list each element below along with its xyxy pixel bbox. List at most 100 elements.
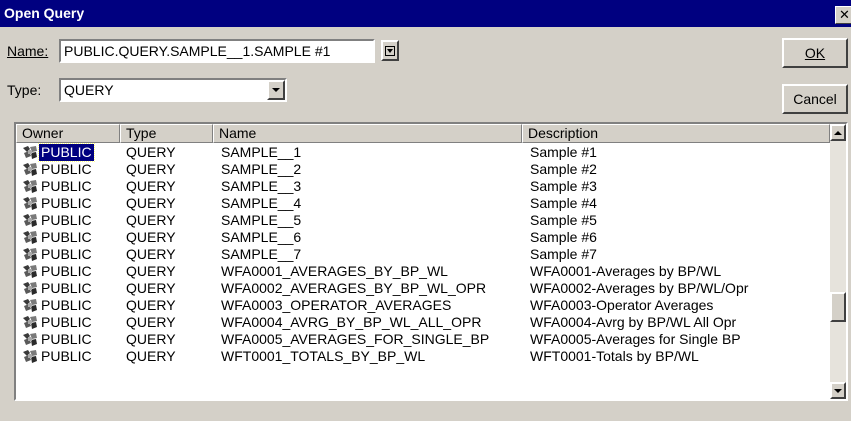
arrow-down-icon — [834, 388, 842, 393]
table-row[interactable]: PUBLIC QUERY SAMPLE__4 Sample #4 — [16, 195, 830, 212]
ok-button[interactable]: OK — [782, 38, 848, 68]
cell-type: QUERY — [126, 280, 176, 296]
cell-type: QUERY — [126, 348, 176, 364]
cell-name: SAMPLE__4 — [221, 195, 302, 211]
cell-description: WFT0001-Totals by BP/WL — [530, 348, 699, 364]
vertical-scrollbar[interactable] — [830, 124, 846, 399]
cell-owner: PUBLIC — [41, 229, 92, 245]
cell-name: SAMPLE__2 — [221, 161, 302, 177]
cell-name: WFT0001_TOTALS_BY_BP_WL — [221, 348, 426, 364]
table-row[interactable]: PUBLIC QUERY SAMPLE__1 Sample #1 — [16, 143, 830, 162]
scroll-up-button[interactable] — [830, 124, 846, 141]
table-row[interactable]: PUBLIC QUERY WFA0004_AVRG_BY_BP_WL_ALL_OPR… — [16, 314, 830, 331]
cell-owner: PUBLIC — [41, 314, 92, 330]
name-label-text: Name: — [7, 43, 49, 59]
close-button[interactable]: ✕ — [835, 6, 851, 24]
cell-owner: PUBLIC — [41, 212, 92, 228]
table-row[interactable]: PUBLIC QUERY WFA0005_AVERAGES_FOR_SINGLE_B… — [16, 331, 830, 348]
ok-button-label: OK — [804, 45, 826, 61]
cell-description: Sample #7 — [530, 246, 597, 262]
cell-type: QUERY — [126, 195, 176, 211]
cell-description: Sample #1 — [530, 144, 597, 160]
cell-name: SAMPLE__7 — [221, 246, 302, 262]
cell-type: QUERY — [126, 314, 176, 330]
table-row[interactable]: PUBLIC QUERY WFA0001_AVERAGES_BY_BP_WL WFA0… — [16, 263, 830, 280]
column-header-name[interactable]: Name — [213, 124, 522, 143]
cell-owner: PUBLIC — [41, 161, 92, 177]
cell-name: WFA0005_AVERAGES_FOR_SINGLE_BP — [221, 331, 490, 347]
cell-description: WFA0004-Avrg by BP/WL All Opr — [530, 314, 737, 330]
cell-name: WFA0001_AVERAGES_BY_BP_WL — [221, 263, 448, 279]
table-row[interactable]: PUBLIC QUERY SAMPLE__5 Sample #5 — [16, 212, 830, 229]
cell-name: SAMPLE__1 — [221, 144, 302, 160]
query-icon — [23, 316, 37, 329]
cell-description: WFA0001-Averages by BP/WL — [530, 263, 722, 279]
cell-description: WFA0005-Averages for Single BP — [530, 331, 741, 347]
cell-owner: PUBLIC — [41, 280, 92, 296]
cell-type: QUERY — [126, 144, 176, 160]
query-icon — [23, 299, 37, 312]
cell-type: QUERY — [126, 331, 176, 347]
dialog-title: Open Query — [4, 5, 85, 21]
cell-description: Sample #5 — [530, 212, 597, 228]
cell-type: QUERY — [126, 161, 176, 177]
cancel-button[interactable]: Cancel — [782, 84, 848, 114]
cell-type: QUERY — [126, 297, 176, 313]
cell-owner: PUBLIC — [41, 297, 92, 313]
cell-type: QUERY — [126, 246, 176, 262]
cell-name: SAMPLE__5 — [221, 212, 302, 228]
table-row[interactable]: PUBLIC QUERY WFT0001_TOTALS_BY_BP_WL WFT000… — [16, 348, 830, 365]
name-dropdown-button[interactable] — [381, 40, 399, 61]
query-icon — [23, 265, 37, 278]
cell-description: Sample #3 — [530, 178, 597, 194]
cell-owner: PUBLIC — [41, 263, 92, 279]
cell-name: WFA0002_AVERAGES_BY_BP_WL_OPR — [221, 280, 487, 296]
query-icon — [23, 231, 37, 244]
query-icon — [23, 146, 37, 159]
query-icon — [23, 197, 37, 210]
name-input[interactable]: PUBLIC.QUERY.SAMPLE__1.SAMPLE #1 — [59, 39, 375, 63]
type-select[interactable]: QUERY — [59, 78, 287, 102]
table-row[interactable]: PUBLIC QUERY SAMPLE__2 Sample #2 — [16, 161, 830, 178]
type-dropdown-button[interactable] — [267, 80, 285, 100]
query-icon — [23, 282, 37, 295]
table-row[interactable]: PUBLIC QUERY WFA0002_AVERAGES_BY_BP_WL_OPR… — [16, 280, 830, 297]
query-list[interactable]: Owner Type Name Description PUBLIC QUERY S… — [14, 122, 848, 401]
query-icon — [23, 214, 37, 227]
scroll-thumb[interactable] — [830, 292, 846, 322]
cell-description: WFA0002-Averages by BP/WL/Opr — [530, 280, 749, 296]
cell-owner: PUBLIC — [38, 143, 95, 162]
table-row[interactable]: PUBLIC QUERY SAMPLE__3 Sample #3 — [16, 178, 830, 195]
cell-name: WFA0004_AVRG_BY_BP_WL_ALL_OPR — [221, 314, 482, 330]
cell-description: WFA0003-Operator Averages — [530, 297, 714, 313]
query-icon — [23, 180, 37, 193]
query-icon — [23, 333, 37, 346]
cell-owner: PUBLIC — [41, 178, 92, 194]
cell-description: Sample #6 — [530, 229, 597, 245]
cell-owner: PUBLIC — [41, 331, 92, 347]
query-icon — [23, 163, 37, 176]
table-row[interactable]: PUBLIC QUERY WFA0003_OPERATOR_AVERAGES WFA0… — [16, 297, 830, 314]
chevron-down-icon — [272, 88, 280, 92]
scroll-down-button[interactable] — [830, 382, 846, 399]
query-icon — [23, 248, 37, 261]
cell-owner: PUBLIC — [41, 195, 92, 211]
column-header-type[interactable]: Type — [120, 124, 213, 143]
cell-type: QUERY — [126, 178, 176, 194]
title-bar: Open Query ✕ — [0, 0, 851, 27]
cell-type: QUERY — [126, 229, 176, 245]
name-label: Name: — [7, 43, 48, 59]
column-header-owner[interactable]: Owner — [16, 124, 120, 143]
cell-name: SAMPLE__3 — [221, 178, 302, 194]
column-header-description[interactable]: Description — [522, 124, 830, 143]
arrow-up-icon — [834, 130, 842, 135]
cell-type: QUERY — [126, 212, 176, 228]
cell-name: WFA0003_OPERATOR_AVERAGES — [221, 297, 452, 313]
cell-description: Sample #2 — [530, 161, 597, 177]
close-icon: ✕ — [839, 7, 850, 22]
table-row[interactable]: PUBLIC QUERY SAMPLE__6 Sample #6 — [16, 229, 830, 246]
cell-name: SAMPLE__6 — [221, 229, 302, 245]
table-row[interactable]: PUBLIC QUERY SAMPLE__7 Sample #7 — [16, 246, 830, 263]
query-icon — [23, 350, 37, 363]
type-label: Type: — [7, 82, 42, 98]
